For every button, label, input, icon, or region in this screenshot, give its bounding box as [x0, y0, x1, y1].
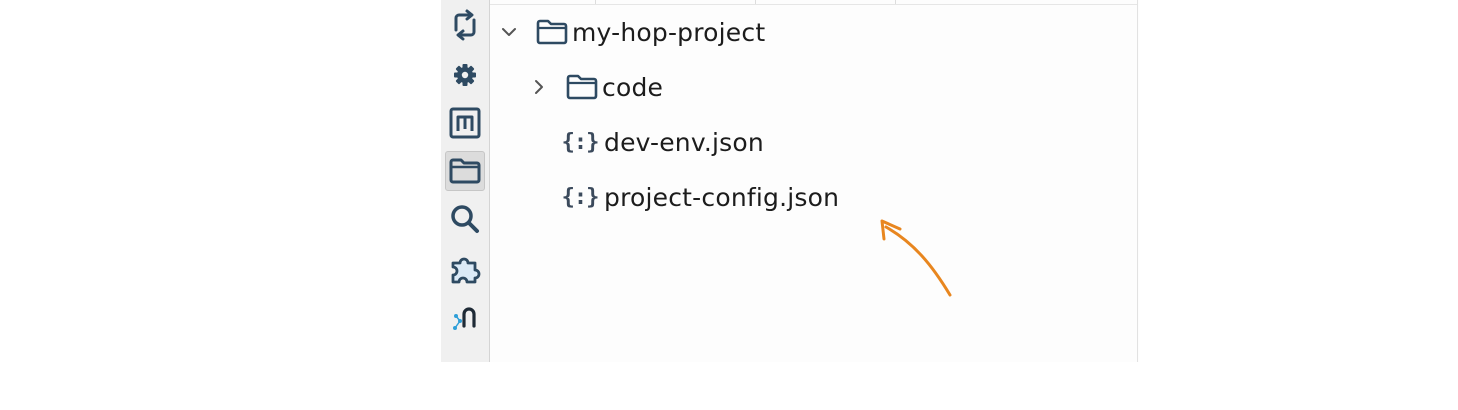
search-icon	[451, 205, 479, 233]
tree-item-project-config-json[interactable]: {:} project-config.json	[562, 177, 839, 217]
tree-item-label: my-hop-project	[572, 17, 766, 47]
git-button[interactable]	[445, 297, 485, 337]
metadata-button[interactable]	[445, 103, 485, 143]
tree-item-label: dev-env.json	[604, 127, 764, 157]
tree-item-code[interactable]: code	[526, 67, 663, 107]
folder-icon	[532, 18, 572, 46]
json-file-icon: {:}	[561, 184, 600, 210]
gear-icon	[454, 64, 476, 86]
chevron-down-icon[interactable]	[496, 23, 522, 41]
file-explorer-button[interactable]	[445, 151, 485, 191]
puzzle-piece-icon	[451, 257, 481, 284]
tree-item-label: project-config.json	[604, 182, 840, 212]
perspective-toolbar	[441, 0, 490, 362]
plugins-button[interactable]	[445, 248, 485, 288]
git-icon	[453, 307, 476, 330]
search-button[interactable]	[445, 199, 485, 239]
refresh-icon	[454, 9, 476, 41]
chevron-right-icon[interactable]	[526, 78, 552, 96]
json-file-icon: {:}	[561, 129, 600, 155]
folder-icon	[562, 73, 602, 101]
folder-icon	[449, 158, 481, 184]
tree-item-label: code	[602, 72, 664, 102]
annotation-arrow-icon	[880, 219, 952, 297]
panel-header-strip	[490, 0, 1137, 5]
tree-item-my-hop-project[interactable]: my-hop-project	[496, 12, 765, 52]
refresh-button[interactable]	[445, 5, 485, 45]
metadata-m-icon	[449, 107, 481, 139]
tree-item-dev-env-json[interactable]: {:} dev-env.json	[562, 122, 764, 162]
configuration-button[interactable]	[445, 55, 485, 95]
explorer-tree-panel: my-hop-project code {:} dev-env.json {:}…	[490, 0, 1138, 362]
file-explorer-window: my-hop-project code {:} dev-env.json {:}…	[441, 0, 1139, 362]
